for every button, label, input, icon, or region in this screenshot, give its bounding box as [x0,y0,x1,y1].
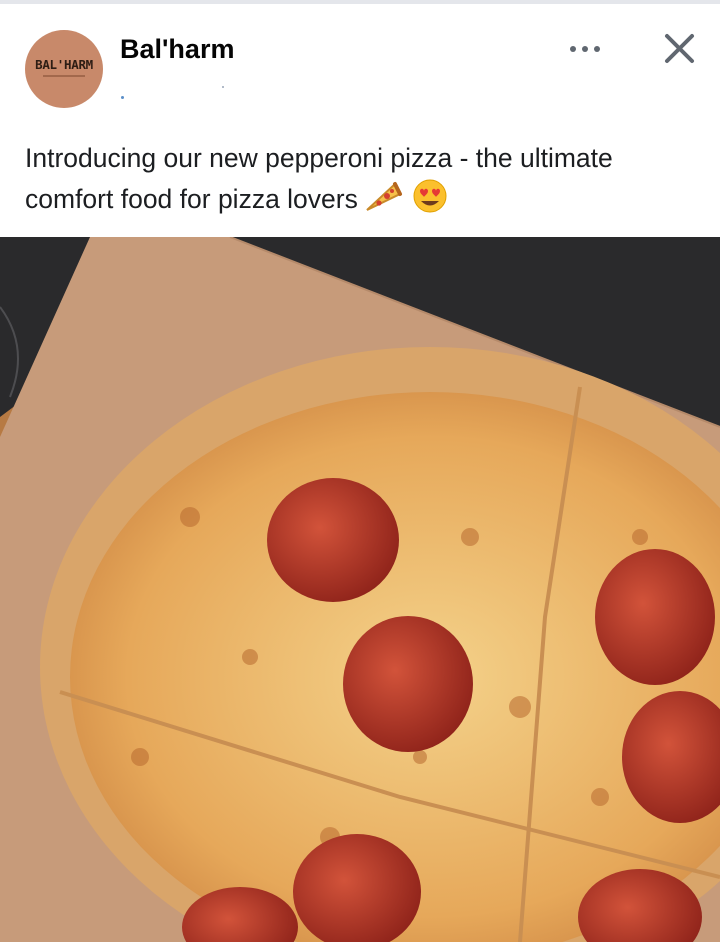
caption-text: Introducing our new pepperoni pizza - th… [25,143,613,214]
more-horizontal-icon-dot [594,46,600,52]
post-header: BAL'HARM Bal'harm [0,4,720,122]
post-meta-dot [121,96,124,99]
post-meta-dot-faint [222,86,224,88]
more-horizontal-icon [570,46,576,52]
avatar-logo-text: BAL'HARM [35,57,93,72]
more-horizontal-icon-dot [582,46,588,52]
close-button[interactable] [660,28,700,68]
heart-eyes-emoji [413,179,447,213]
pizza-photo [0,237,720,942]
close-icon [665,34,694,63]
pizza-emoji [366,182,403,211]
post-caption: Introducing our new pepperoni pizza - th… [25,138,705,219]
more-options-button[interactable] [566,34,606,64]
avatar-logo-underline [43,75,85,77]
post-image[interactable] [0,237,720,942]
avatar[interactable]: BAL'HARM [25,30,103,108]
page-name[interactable]: Bal'harm [120,34,234,65]
